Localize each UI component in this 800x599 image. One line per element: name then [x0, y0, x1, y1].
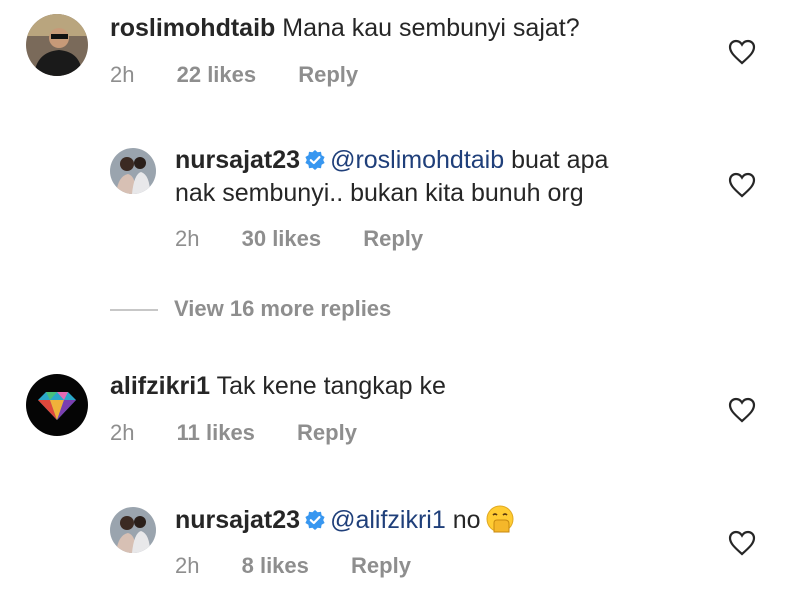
heart-icon[interactable]	[728, 39, 756, 65]
heart-icon[interactable]	[728, 172, 756, 198]
face-with-hand-over-mouth-emoji	[485, 504, 515, 534]
mention-link[interactable]: @alifzikri1	[330, 506, 446, 534]
avatar[interactable]	[110, 148, 156, 194]
comment-meta: 2h 8 likes Reply	[175, 553, 447, 579]
avatar[interactable]	[110, 507, 156, 553]
comment-body: Mana kau sembunyi sajat?	[282, 14, 580, 42]
likes-count[interactable]: 8 likes	[242, 553, 309, 578]
avatar[interactable]	[26, 374, 88, 436]
likes-count[interactable]: 22 likes	[177, 62, 257, 87]
timestamp[interactable]: 2h	[175, 226, 199, 251]
comment-meta: 2h 11 likes Reply	[110, 420, 393, 446]
view-more-replies-button[interactable]: View 16 more replies	[110, 296, 391, 322]
reply-button[interactable]: Reply	[351, 553, 411, 578]
divider	[110, 309, 158, 312]
heart-icon[interactable]	[728, 530, 756, 556]
username[interactable]: nursajat23	[175, 146, 300, 174]
comment-body-line2: nak sembunyi.. bukan kita bunuh org	[175, 179, 584, 207]
reply-button[interactable]: Reply	[297, 420, 357, 445]
heart-icon[interactable]	[728, 397, 756, 423]
comment-meta: 2h 22 likes Reply	[110, 62, 394, 88]
reply-button[interactable]: Reply	[298, 62, 358, 87]
verified-badge-icon	[304, 147, 326, 170]
comment-body: Tak kene tangkap ke	[216, 372, 446, 400]
timestamp[interactable]: 2h	[110, 420, 134, 445]
comment-text: alifzikri1 Tak kene tangkap ke	[110, 370, 446, 403]
comment-meta: 2h 30 likes Reply	[175, 226, 459, 252]
verified-badge-icon	[304, 507, 326, 530]
comment-text: roslimohdtaib Mana kau sembunyi sajat?	[110, 12, 580, 45]
username[interactable]: nursajat23	[175, 506, 300, 534]
timestamp[interactable]: 2h	[110, 62, 134, 87]
likes-count[interactable]: 30 likes	[242, 226, 322, 251]
comment-text: nursajat23 @alifzikri1 no	[175, 504, 515, 537]
likes-count[interactable]: 11 likes	[177, 420, 255, 445]
username[interactable]: roslimohdtaib	[110, 14, 275, 42]
avatar[interactable]	[26, 14, 88, 76]
view-more-label[interactable]: View 16 more replies	[174, 296, 391, 321]
comment-text: nursajat23 @roslimohdtaib buat apa nak se…	[175, 144, 608, 210]
comment-body: buat apa	[504, 146, 609, 174]
reply-button[interactable]: Reply	[363, 226, 423, 251]
timestamp[interactable]: 2h	[175, 553, 199, 578]
comment-body: no	[445, 506, 481, 534]
username[interactable]: alifzikri1	[110, 372, 210, 400]
mention-link[interactable]: @roslimohdtaib	[330, 146, 504, 174]
